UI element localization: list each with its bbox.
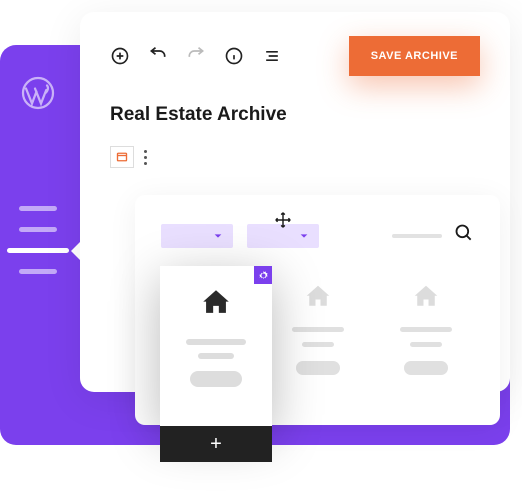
filter-row	[161, 223, 474, 248]
house-icon	[303, 282, 333, 317]
editor-toolbar: SAVE ARCHIVE	[110, 36, 480, 76]
sidebar-menu-item[interactable]	[19, 206, 57, 211]
move-handle-icon[interactable]	[274, 211, 292, 229]
redo-icon[interactable]	[186, 46, 206, 66]
search-placeholder-line	[392, 234, 442, 238]
info-icon[interactable]	[224, 46, 244, 66]
skeleton-line	[198, 353, 234, 359]
add-block-icon[interactable]	[110, 46, 130, 66]
skeleton-pill	[296, 361, 340, 375]
admin-sidebar	[0, 45, 75, 445]
page-title: Real Estate Archive	[110, 104, 480, 126]
sidebar-menu-item[interactable]	[19, 269, 57, 274]
active-indicator	[71, 241, 81, 261]
skeleton-line	[400, 327, 452, 332]
skeleton-line	[292, 327, 344, 332]
sidebar-menu-item[interactable]	[19, 227, 57, 232]
listing-card[interactable]	[387, 282, 465, 375]
filter-dropdown[interactable]	[247, 224, 319, 248]
sidebar-menu-item-active[interactable]	[7, 248, 69, 253]
settings-gear-icon[interactable]	[254, 266, 272, 284]
plus-icon: +	[210, 433, 222, 456]
block-controls	[110, 146, 480, 168]
house-icon	[411, 282, 441, 317]
skeleton-line	[302, 342, 334, 347]
selected-listing-card[interactable]	[160, 266, 272, 426]
undo-icon[interactable]	[148, 46, 168, 66]
more-options-icon[interactable]	[144, 150, 147, 165]
search-icon[interactable]	[454, 223, 474, 248]
wordpress-logo-icon[interactable]	[20, 75, 56, 111]
save-archive-button[interactable]: SAVE ARCHIVE	[349, 36, 480, 76]
skeleton-pill	[404, 361, 448, 375]
house-icon	[199, 286, 233, 325]
outline-icon[interactable]	[262, 46, 282, 66]
skeleton-pill	[190, 371, 242, 387]
filter-dropdown[interactable]	[161, 224, 233, 248]
block-type-icon[interactable]	[110, 146, 134, 168]
skeleton-line	[186, 339, 246, 345]
add-block-button[interactable]: +	[160, 426, 272, 462]
listing-card[interactable]	[279, 282, 357, 375]
skeleton-line	[410, 342, 442, 347]
